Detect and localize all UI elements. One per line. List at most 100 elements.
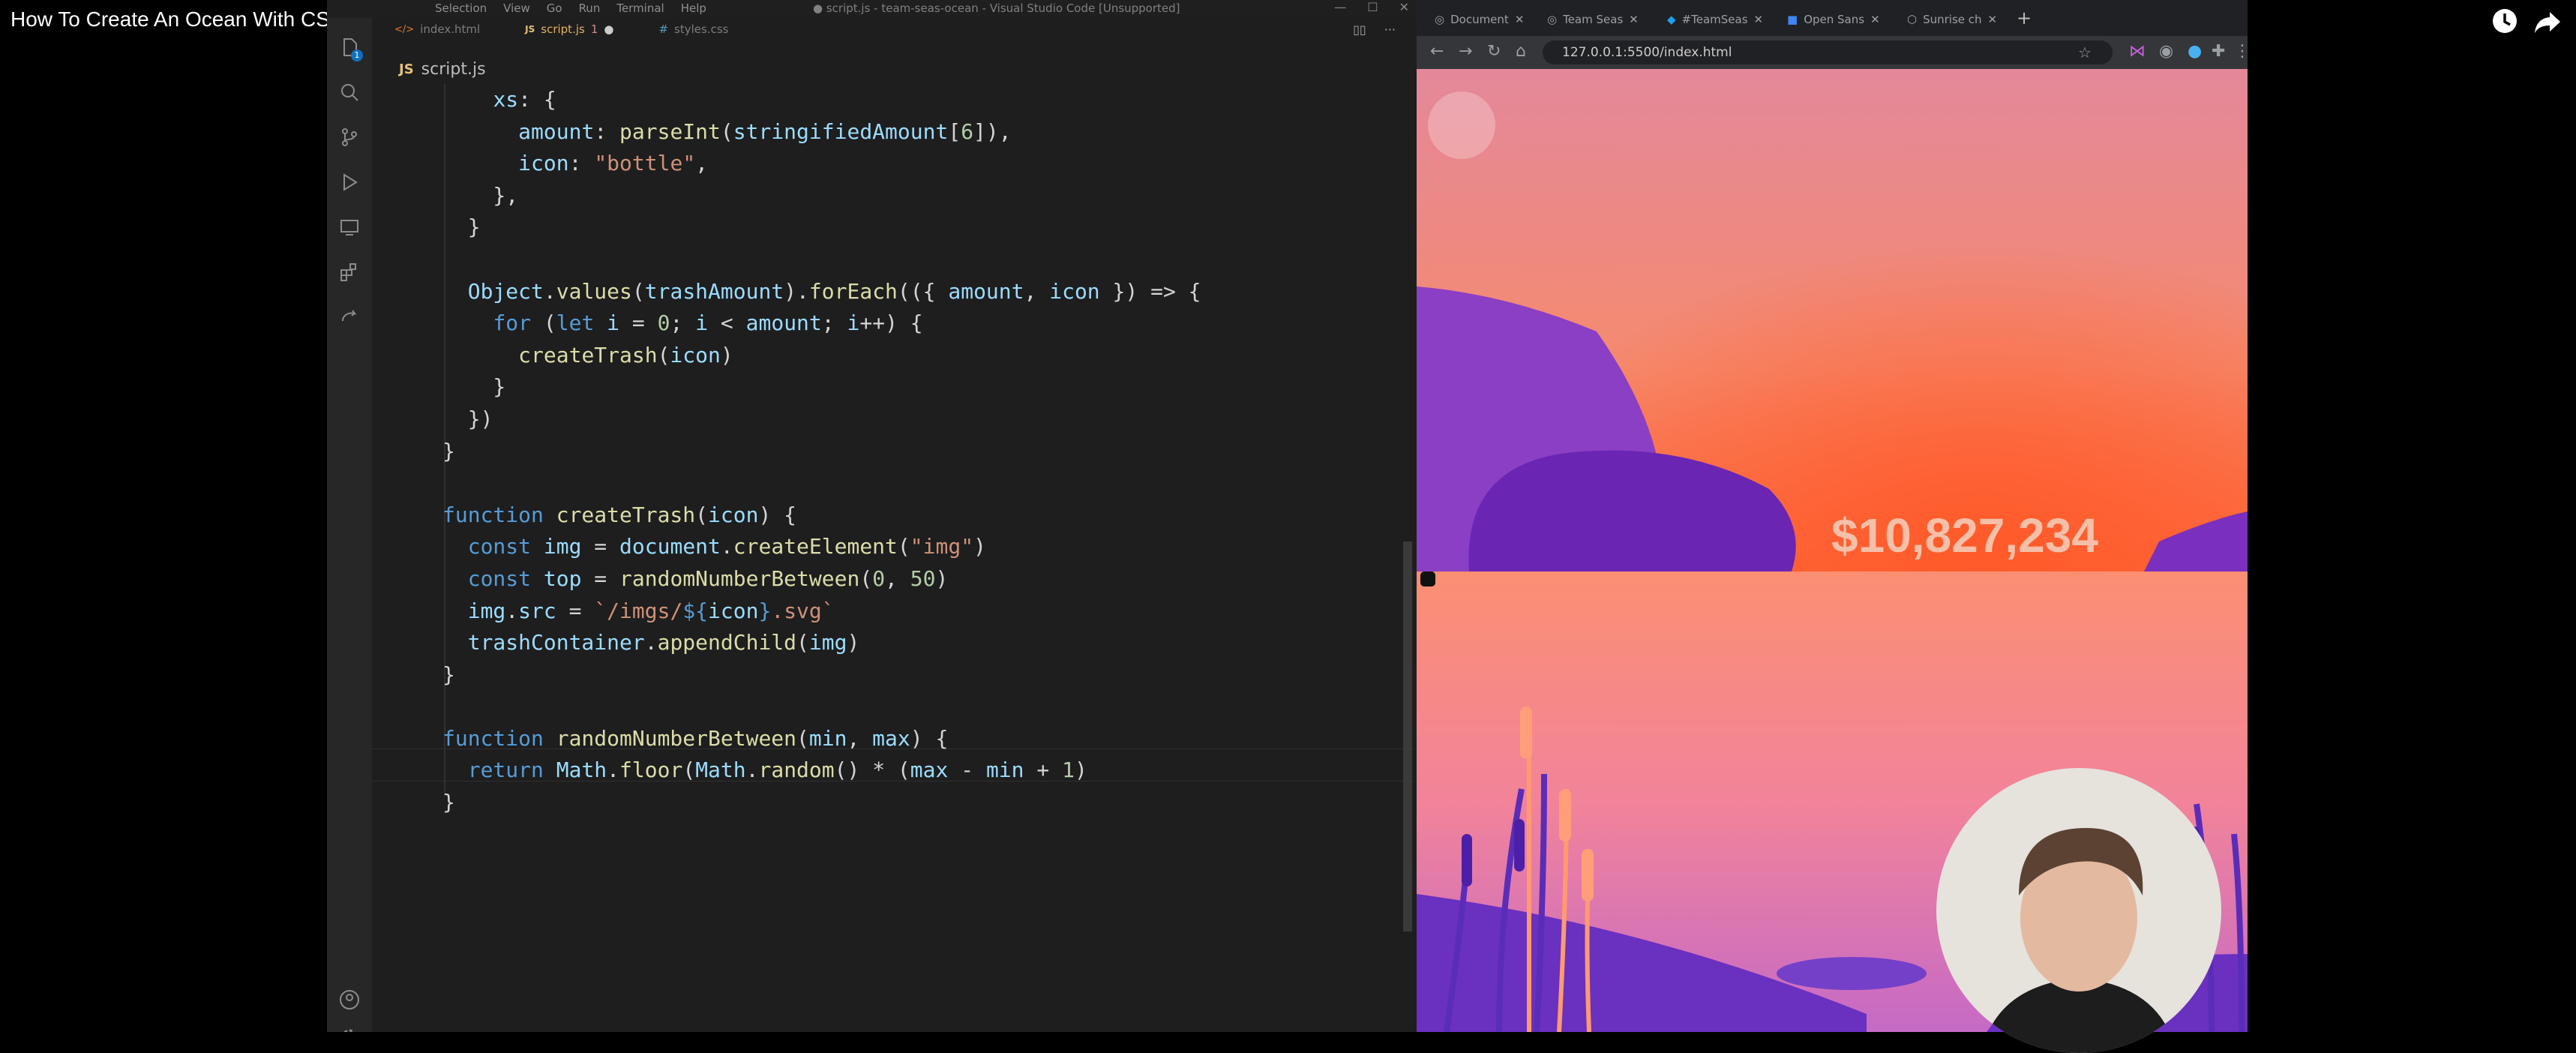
menu-help[interactable]: Help bbox=[681, 2, 706, 15]
breadcrumb-file[interactable]: script.js bbox=[421, 60, 486, 79]
presenter-photo bbox=[1936, 768, 2221, 1053]
activity-bar: 1 bbox=[327, 18, 372, 1032]
globe-icon: ◎ bbox=[1547, 13, 1558, 26]
code-line[interactable]: icon: "bottle", bbox=[442, 148, 1201, 180]
explorer-icon[interactable]: 1 bbox=[337, 36, 363, 62]
html-file-icon: </> bbox=[394, 23, 415, 35]
vscode-window: Selection View Go Run Terminal Help ● sc… bbox=[327, 0, 1417, 1032]
editor-actions: ▯▯ ··· bbox=[1353, 22, 1396, 37]
trash-bottle bbox=[1420, 572, 1435, 586]
browser-tab-document[interactable]: ◎ Document ✕ bbox=[1424, 8, 1534, 32]
code-line[interactable]: createTrash(icon) bbox=[442, 340, 1201, 372]
code-line[interactable]: trashContainer.appendChild(img) bbox=[442, 627, 1201, 659]
extension-icon[interactable]: ◉ bbox=[2159, 42, 2173, 61]
share-icon[interactable] bbox=[2533, 6, 2566, 39]
tab-styles-css[interactable]: # styles.css bbox=[636, 18, 751, 40]
code-line[interactable]: img.src = `/imgs/${icon}.svg` bbox=[442, 596, 1201, 628]
code-line[interactable]: amount: parseInt(stringifiedAmount[6]), bbox=[442, 116, 1201, 148]
source-control-icon[interactable] bbox=[337, 126, 361, 150]
browser-tab-hashtag-team-seas[interactable]: ◆ #TeamSeas ✕ bbox=[1657, 8, 1774, 32]
lily-pad bbox=[1777, 957, 1927, 990]
close-icon[interactable]: ✕ bbox=[1399, 0, 1409, 14]
code-line[interactable]: } bbox=[442, 436, 1201, 468]
reload-icon[interactable]: ↻ bbox=[1487, 42, 1501, 61]
code-line[interactable]: }) bbox=[442, 404, 1201, 436]
extensions-icon[interactable] bbox=[337, 261, 361, 285]
close-tab-icon[interactable]: ✕ bbox=[1870, 13, 1880, 26]
close-tab-icon[interactable]: ✕ bbox=[1515, 13, 1525, 26]
menu-go[interactable]: Go bbox=[547, 2, 562, 15]
editor-tabs: </> index.html JS script.js 1 ● # styles… bbox=[372, 18, 1417, 40]
address-bar[interactable]: 127.0.0.1:5500/index.html ☆ bbox=[1543, 40, 2113, 64]
browser-tab-open-sans[interactable]: ■ Open Sans ✕ bbox=[1777, 8, 1891, 32]
maximize-icon[interactable]: ☐ bbox=[1367, 0, 1378, 14]
code-line[interactable]: Object.values(trashAmount).forEach(({ am… bbox=[442, 276, 1201, 308]
tab-label: Team Seas bbox=[1563, 13, 1624, 26]
menu-run[interactable]: Run bbox=[579, 2, 601, 15]
code-editor[interactable]: xs: { amount: parseInt(stringifiedAmount… bbox=[372, 84, 1417, 1032]
run-debug-icon[interactable] bbox=[337, 171, 361, 195]
code-line[interactable]: } bbox=[442, 787, 1201, 819]
code-line[interactable]: } bbox=[442, 212, 1201, 244]
team-seas-logo bbox=[1428, 92, 1495, 159]
tab-index-html[interactable]: </> index.html bbox=[372, 18, 502, 40]
code-line[interactable]: return Math.floor(Math.random() * (max -… bbox=[442, 754, 1201, 787]
split-editor-icon[interactable]: ▯▯ bbox=[1353, 22, 1366, 37]
unsaved-dot-icon[interactable]: ● bbox=[604, 22, 613, 36]
code-line[interactable]: function randomNumberBetween(min, max) { bbox=[442, 723, 1201, 755]
editor-scrollbar[interactable] bbox=[1403, 542, 1412, 932]
more-actions-icon[interactable]: ··· bbox=[1384, 22, 1396, 37]
cattail-head bbox=[1520, 706, 1532, 759]
menu-view[interactable]: View bbox=[503, 2, 530, 15]
search-icon[interactable] bbox=[337, 81, 361, 105]
live-share-icon[interactable] bbox=[337, 306, 361, 330]
tab-script-js[interactable]: JS script.js 1 ● bbox=[502, 18, 637, 40]
code-line[interactable] bbox=[442, 244, 1201, 276]
donation-counter: $10,827,234 bbox=[1831, 508, 2098, 562]
js-file-icon: JS bbox=[525, 24, 535, 34]
code-line[interactable]: for (let i = 0; i < amount; i++) { bbox=[442, 308, 1201, 340]
code-line[interactable]: }, bbox=[442, 180, 1201, 212]
bookmark-star-icon[interactable]: ☆ bbox=[2078, 44, 2092, 62]
code-line[interactable]: function createTrash(icon) { bbox=[442, 500, 1201, 532]
minimize-icon[interactable]: — bbox=[1334, 0, 1346, 14]
tab-label: script.js bbox=[541, 22, 585, 36]
extension-icon[interactable]: ● bbox=[2188, 42, 2202, 61]
css-file-icon: # bbox=[658, 22, 669, 36]
menu-terminal[interactable]: Terminal bbox=[616, 2, 664, 15]
vscode-menu: Selection View Go Run Terminal Help bbox=[435, 2, 706, 15]
code-area[interactable]: xs: { amount: parseInt(stringifiedAmount… bbox=[442, 84, 1201, 819]
browser-tab-team-seas[interactable]: ◎ Team Seas ✕ bbox=[1537, 8, 1649, 32]
browser-tab-sunrise[interactable]: ⬡ Sunrise ch ✕ bbox=[1897, 8, 2008, 32]
code-line[interactable]: xs: { bbox=[442, 84, 1201, 116]
clock-icon[interactable] bbox=[2490, 6, 2523, 39]
code-line[interactable] bbox=[442, 691, 1201, 723]
forward-icon[interactable]: → bbox=[1459, 42, 1472, 61]
browser-tab-strip: ◎ Document ✕ ◎ Team Seas ✕ ◆ #TeamSeas ✕… bbox=[1417, 0, 2248, 36]
menu-dots-icon[interactable]: ⋮ bbox=[2234, 42, 2248, 61]
browser-toolbar: ← → ↻ ⌂ 127.0.0.1:5500/index.html ☆ ⋈ ◉ … bbox=[1417, 36, 2248, 69]
close-tab-icon[interactable]: ✕ bbox=[1988, 13, 1998, 26]
tab-label: Document bbox=[1450, 13, 1509, 26]
code-line[interactable]: } bbox=[442, 659, 1201, 692]
close-tab-icon[interactable]: ✕ bbox=[1629, 13, 1639, 26]
code-line[interactable] bbox=[442, 467, 1201, 500]
code-line[interactable]: const top = randomNumberBetween(0, 50) bbox=[442, 563, 1201, 596]
webcam-overlay bbox=[1936, 768, 2221, 1053]
cattail-head bbox=[1582, 849, 1594, 902]
puzzle-icon[interactable]: ✚ bbox=[2212, 42, 2225, 61]
settings-gear-icon[interactable] bbox=[337, 1026, 361, 1032]
code-line[interactable]: const img = document.createElement("img"… bbox=[442, 531, 1201, 563]
extension-icon[interactable]: ⋈ bbox=[2129, 42, 2146, 61]
back-icon[interactable]: ← bbox=[1430, 42, 1444, 61]
menu-selection[interactable]: Selection bbox=[435, 2, 487, 15]
breadcrumb: JS script.js bbox=[399, 60, 486, 79]
new-tab-button[interactable]: + bbox=[2017, 8, 2032, 28]
close-tab-icon[interactable]: ✕ bbox=[1754, 13, 1764, 26]
cattail-head bbox=[1514, 819, 1525, 872]
home-icon[interactable]: ⌂ bbox=[1516, 42, 1526, 61]
remote-explorer-icon[interactable] bbox=[337, 216, 361, 240]
account-icon[interactable] bbox=[337, 988, 361, 1012]
tab-label: index.html bbox=[420, 22, 481, 36]
code-line[interactable]: } bbox=[442, 371, 1201, 404]
